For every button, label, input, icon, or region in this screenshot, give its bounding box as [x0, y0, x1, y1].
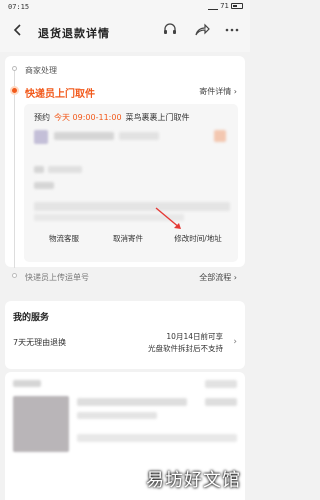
chevron-right-icon[interactable]: › [233, 337, 237, 347]
blurred-product-title [77, 398, 187, 406]
appointment-time: 今天 09:00-11:00 [54, 113, 122, 122]
step-merchant-processing: 商家处理 [25, 66, 57, 75]
cancel-shipment-button[interactable]: 取消寄件 [100, 232, 156, 246]
appointment-service: 菜鸟裹裹上门取件 [125, 113, 190, 122]
pickup-info-panel: 预约 今天 09:00-11:00 菜鸟裹裹上门取件 物流客服 取消寄件 修改时… [24, 104, 238, 262]
services-title: 我的服务 [13, 313, 50, 323]
status-bar: 07:15 71 [0, 0, 250, 14]
policy-deadline: 10月14日前可享 [166, 332, 223, 341]
blurred-address [34, 202, 230, 211]
blurred-courier-name [54, 132, 114, 140]
full-process-link[interactable]: 全部流程 › [199, 272, 237, 283]
return-timeline-card: 商家处理 快递员上门取件 寄件详情 › 预约 今天 09:00-11:00 菜鸟… [5, 56, 245, 282]
shipping-detail-link[interactable]: 寄件详情 › [199, 86, 237, 97]
step-upload-waybill: 快递员上传运单号 [25, 273, 89, 282]
status-icons: 71 [208, 2, 243, 10]
my-services-card: 我的服务 7天无理由退换 10月14日前可享 光盘软件拆封后不支持 › [5, 301, 245, 369]
top-nav-bar: 退货退款详情 [0, 14, 250, 52]
more-icon[interactable] [222, 22, 242, 42]
blurred-phone-icon [214, 130, 226, 142]
policy-exception: 光盘软件拆封后不支持 [148, 344, 223, 353]
status-time: 07:15 [8, 3, 30, 11]
blurred-shop-link [205, 380, 237, 388]
return-policy-detail[interactable]: 10月14日前可享 光盘软件拆封后不支持 [148, 331, 223, 355]
blurred-product-spec [77, 412, 157, 419]
timeline-dot-next [12, 273, 17, 278]
signal-icon [208, 3, 219, 10]
blurred-text-3 [34, 182, 54, 189]
blurred-text-2 [48, 166, 82, 173]
annotation-arrow-icon [155, 207, 181, 229]
back-arrow-icon[interactable] [8, 22, 28, 42]
share-icon[interactable] [192, 22, 212, 42]
blurred-shop-name [13, 380, 41, 387]
timeline-line [14, 70, 15, 268]
battery-icon [231, 3, 243, 9]
appointment-row: 预约 今天 09:00-11:00 菜鸟裹裹上门取件 [34, 112, 190, 123]
watermark-text: 易坊好文馆 [146, 470, 241, 491]
battery-level: 71 [220, 2, 229, 10]
appointment-label: 预约 [34, 113, 50, 122]
blurred-courier-info [119, 132, 159, 140]
courier-avatar [34, 130, 48, 144]
blurred-product-note [77, 434, 237, 442]
blurred-text-1 [34, 166, 44, 173]
timeline-dot-done [12, 66, 17, 71]
page-title: 退货退款详情 [38, 27, 110, 40]
blurred-product-price [205, 398, 237, 406]
timeline-dot-current [10, 86, 19, 95]
product-image[interactable] [13, 396, 69, 452]
logistics-service-button[interactable]: 物流客服 [34, 232, 94, 246]
product-card: 易坊好文馆 [5, 372, 245, 500]
return-policy-label: 7天无理由退换 [13, 338, 67, 347]
headset-icon[interactable] [160, 22, 180, 42]
step-courier-pickup: 快递员上门取件 [25, 89, 95, 100]
